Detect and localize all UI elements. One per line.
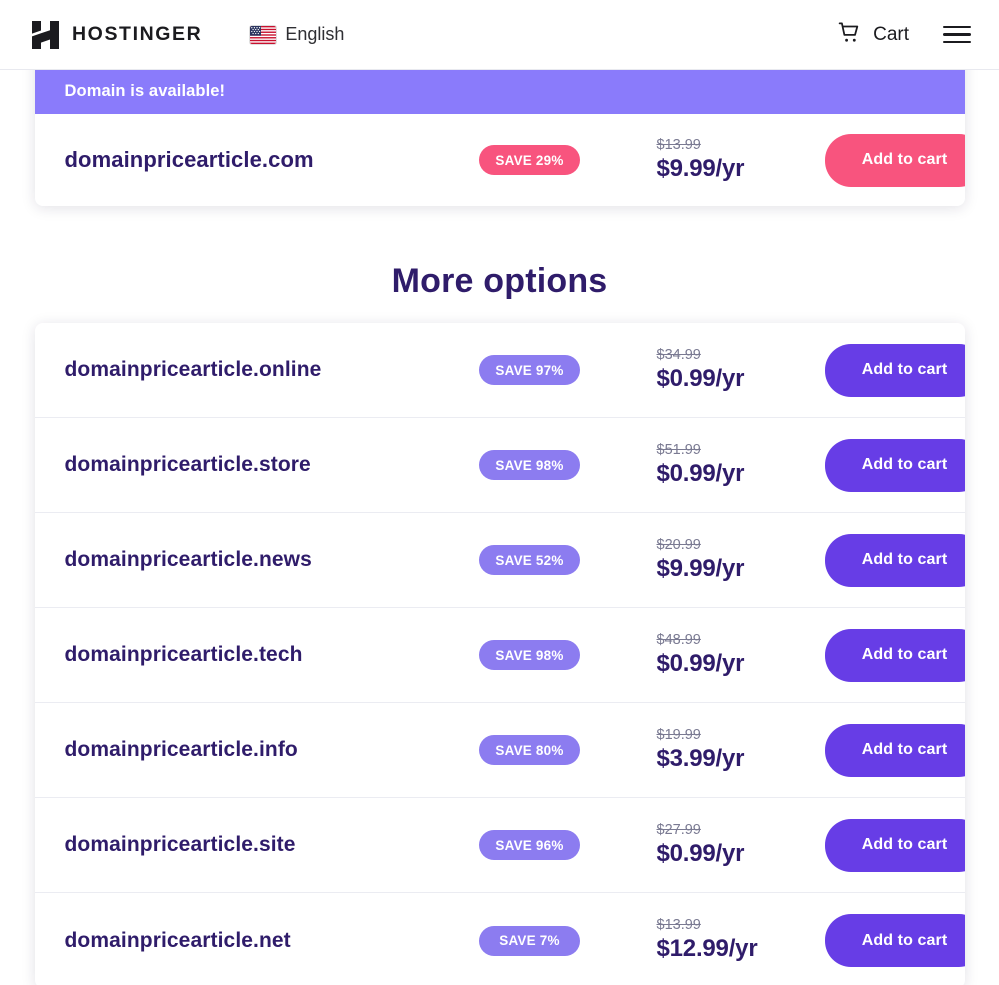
cart-button[interactable]: Cart [837, 20, 909, 50]
price-original: $13.99 [657, 138, 825, 154]
price-original: $19.99 [657, 728, 825, 744]
brand-name: HOSTINGER [72, 23, 202, 46]
table-row: domainpricearticle.net SAVE 7% $13.99 $1… [35, 893, 965, 985]
price-cell: $20.99 $9.99/yr [605, 538, 825, 583]
shopping-cart-icon [837, 20, 862, 50]
discount-badge-cell: SAVE 97% [455, 355, 605, 385]
add-to-cart-button[interactable]: Add to cart [825, 439, 965, 492]
domain-name: domainpricearticle.info [65, 738, 455, 762]
status-badge: SAVE 52% [479, 545, 580, 575]
action-cell: Add to cart [825, 344, 965, 397]
burger-line-1 [943, 26, 971, 28]
table-row: domainpricearticle.store SAVE 98% $51.99… [35, 418, 965, 513]
price-original: $51.99 [657, 443, 825, 459]
status-badge: SAVE 96% [479, 830, 580, 860]
domain-name: domainpricearticle.net [65, 929, 455, 953]
burger-line-2 [943, 33, 971, 35]
price-current: $0.99/yr [657, 650, 825, 678]
add-to-cart-button[interactable]: Add to cart [825, 134, 965, 187]
status-badge: SAVE 80% [479, 735, 580, 765]
featured-domain-row: domainpricearticle.com SAVE 29% $13.99 $… [35, 114, 965, 206]
domain-name: domainpricearticle.online [65, 358, 455, 382]
status-badge: SAVE 98% [479, 450, 580, 480]
language-label: English [285, 24, 344, 45]
price-current: $12.99/yr [657, 935, 825, 963]
table-row: domainpricearticle.info SAVE 80% $19.99 … [35, 703, 965, 798]
price-cell: $34.99 $0.99/yr [605, 348, 825, 393]
table-row: domainpricearticle.tech SAVE 98% $48.99 … [35, 608, 965, 703]
action-cell: Add to cart [825, 534, 965, 587]
status-badge: SAVE 7% [479, 926, 580, 956]
price-original: $34.99 [657, 348, 825, 364]
site-header: HOSTINGER [0, 0, 999, 70]
price-cell: $27.99 $0.99/yr [605, 823, 825, 868]
burger-line-3 [943, 41, 971, 43]
availability-banner: Domain is available! [35, 70, 965, 114]
price-current: $0.99/yr [657, 365, 825, 393]
action-cell: Add to cart [825, 629, 965, 682]
discount-badge-cell: SAVE 98% [455, 450, 605, 480]
price-current: $9.99/yr [657, 555, 825, 583]
price-cell: $51.99 $0.99/yr [605, 443, 825, 488]
price-cell: $13.99 $12.99/yr [605, 918, 825, 963]
domain-name: domainpricearticle.news [65, 548, 455, 572]
hamburger-menu-icon[interactable] [943, 25, 971, 45]
domain-name: domainpricearticle.site [65, 833, 455, 857]
price-current: $0.99/yr [657, 840, 825, 868]
language-switcher[interactable]: English [250, 24, 344, 45]
price-original: $48.99 [657, 633, 825, 649]
action-cell: Add to cart [825, 819, 965, 872]
more-options-list: domainpricearticle.online SAVE 97% $34.9… [35, 323, 965, 985]
add-to-cart-button[interactable]: Add to cart [825, 819, 965, 872]
status-badge: SAVE 98% [479, 640, 580, 670]
action-cell: Add to cart [825, 134, 965, 187]
price-current: $9.99/yr [657, 155, 825, 183]
discount-badge-cell: SAVE 52% [455, 545, 605, 575]
brand-logo[interactable]: HOSTINGER [32, 21, 202, 49]
discount-badge-cell: SAVE 29% [455, 145, 605, 175]
add-to-cart-button[interactable]: Add to cart [825, 344, 965, 397]
cart-label: Cart [873, 24, 909, 46]
price-cell: $19.99 $3.99/yr [605, 728, 825, 773]
price-cell: $13.99 $9.99/yr [605, 138, 825, 183]
page-content: Domain is available! domainpricearticle.… [0, 70, 999, 985]
domain-name: domainpricearticle.com [65, 147, 455, 173]
add-to-cart-button[interactable]: Add to cart [825, 914, 965, 967]
price-current: $0.99/yr [657, 460, 825, 488]
discount-badge-cell: SAVE 98% [455, 640, 605, 670]
table-row: domainpricearticle.online SAVE 97% $34.9… [35, 323, 965, 418]
table-row: domainpricearticle.news SAVE 52% $20.99 … [35, 513, 965, 608]
price-current: $3.99/yr [657, 745, 825, 773]
price-cell: $48.99 $0.99/yr [605, 633, 825, 678]
status-badge: SAVE 29% [479, 145, 580, 175]
add-to-cart-button[interactable]: Add to cart [825, 724, 965, 777]
discount-badge-cell: SAVE 7% [455, 926, 605, 956]
page-title: More options [35, 262, 965, 301]
available-domain-card: Domain is available! domainpricearticle.… [35, 70, 965, 206]
action-cell: Add to cart [825, 914, 965, 967]
table-row: domainpricearticle.site SAVE 96% $27.99 … [35, 798, 965, 893]
price-original: $13.99 [657, 918, 825, 934]
content-container: Domain is available! domainpricearticle.… [35, 70, 965, 985]
domain-name: domainpricearticle.store [65, 453, 455, 477]
domain-name: domainpricearticle.tech [65, 643, 455, 667]
action-cell: Add to cart [825, 439, 965, 492]
add-to-cart-button[interactable]: Add to cart [825, 534, 965, 587]
status-badge: SAVE 97% [479, 355, 580, 385]
discount-badge-cell: SAVE 96% [455, 830, 605, 860]
action-cell: Add to cart [825, 724, 965, 777]
price-original: $27.99 [657, 823, 825, 839]
us-flag-icon [250, 26, 276, 44]
add-to-cart-button[interactable]: Add to cart [825, 629, 965, 682]
header-actions: Cart [837, 20, 971, 50]
hostinger-h-logo-icon [32, 21, 59, 49]
discount-badge-cell: SAVE 80% [455, 735, 605, 765]
price-original: $20.99 [657, 538, 825, 554]
